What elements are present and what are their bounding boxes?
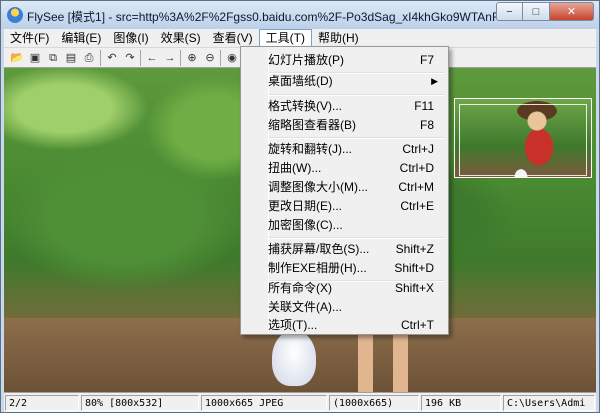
menu-item-shortcut: Ctrl+M: [398, 180, 434, 194]
status-bar: 2/2 80% [800x532] 1000x665 JPEG (1000x66…: [4, 392, 596, 412]
menu-view[interactable]: 查看(V): [207, 29, 259, 47]
toolbar-separator: [180, 50, 181, 66]
window-title: FlySee [模式1] - src=http%3A%2F%2Fgss0.bai…: [27, 10, 497, 24]
window-controls: − □ ✕: [496, 2, 594, 21]
menu-item-label: 幻灯片播放(P): [268, 53, 344, 67]
save-icon[interactable]: ▣: [27, 50, 43, 66]
menu-item-all-commands[interactable]: 所有命令(X) Shift+X: [243, 279, 446, 298]
menu-item-change-date[interactable]: 更改日期(E)... Ctrl+E: [243, 197, 446, 216]
menu-item-distort[interactable]: 扭曲(W)... Ctrl+D: [243, 159, 446, 178]
menu-effects[interactable]: 效果(S): [155, 29, 207, 47]
menu-item-resize-image[interactable]: 调整图像大小(M)... Ctrl+M: [243, 178, 446, 197]
menu-tools[interactable]: 工具(T): [258, 29, 312, 47]
status-path: C:\Users\Admi: [503, 395, 595, 411]
menu-item-label: 捕获屏幕/取色(S)...: [268, 242, 370, 256]
close-button[interactable]: ✕: [550, 2, 594, 21]
menu-item-shortcut: F7: [419, 53, 434, 67]
menu-item-label: 缩略图查看器(B): [268, 118, 356, 132]
toolbar-separator: [220, 50, 221, 66]
forward-arrow-icon[interactable]: →: [162, 50, 178, 66]
menu-item-label: 关联文件(A)...: [268, 300, 342, 314]
menu-image[interactable]: 图像(I): [107, 29, 154, 47]
menu-item-shortcut: F8: [419, 118, 434, 132]
menu-separator: [269, 237, 445, 239]
open-folder-icon[interactable]: 📂: [9, 50, 25, 66]
zoom-in-icon[interactable]: ⊕: [184, 50, 200, 66]
menu-item-label: 制作EXE相册(H)...: [268, 261, 367, 275]
menu-item-capture-screen[interactable]: 捕获屏幕/取色(S)... Shift+Z: [243, 240, 446, 259]
menu-item-shortcut: Ctrl+T: [401, 318, 434, 332]
menu-item-shortcut: Shift+X: [394, 281, 434, 295]
menu-item-format-convert[interactable]: 格式转换(V)... F11: [243, 97, 446, 116]
photo-white-spirit: [272, 330, 316, 386]
zoom-out-icon[interactable]: ⊖: [202, 50, 218, 66]
menu-item-label: 更改日期(E)...: [268, 199, 342, 213]
toolbar-separator: [100, 50, 101, 66]
menu-item-slideshow[interactable]: 幻灯片播放(P) F7: [243, 51, 446, 70]
menu-item-encrypt-image[interactable]: 加密图像(C)...: [243, 216, 446, 235]
menu-help[interactable]: 帮助(H): [312, 29, 365, 47]
menu-item-shortcut: Shift+Z: [395, 242, 434, 256]
undo-icon[interactable]: ↶: [104, 50, 120, 66]
menu-edit[interactable]: 编辑(E): [55, 29, 107, 47]
menu-item-thumbnail-viewer[interactable]: 缩略图查看器(B) F8: [243, 116, 446, 135]
menu-item-wallpaper[interactable]: 桌面墙纸(D) ▶: [243, 72, 446, 91]
menu-item-shortcut: Ctrl+E: [400, 199, 434, 213]
menu-item-label: 格式转换(V)...: [268, 99, 342, 113]
menu-item-shortcut: F11: [414, 99, 434, 113]
menu-item-rotate-flip[interactable]: 旋转和翻转(J)... Ctrl+J: [243, 140, 446, 159]
submenu-arrow-icon: ▶: [431, 76, 438, 86]
minimize-button[interactable]: −: [496, 2, 523, 21]
eye-icon[interactable]: ◉: [224, 50, 240, 66]
menu-item-label: 加密图像(C)...: [268, 218, 343, 232]
menu-item-options[interactable]: 选项(T)... Ctrl+T: [243, 316, 446, 335]
redo-icon[interactable]: ↷: [122, 50, 138, 66]
status-zoom: 80% [800x532]: [81, 395, 199, 411]
menu-file[interactable]: 文件(F): [4, 29, 55, 47]
menu-item-make-exe-album[interactable]: 制作EXE相册(H)... Shift+D: [243, 259, 446, 278]
title-bar[interactable]: FlySee [模式1] - src=http%3A%2F%2Fgss0.bai…: [1, 1, 599, 29]
menu-separator: [269, 94, 445, 96]
menu-item-shortcut: Ctrl+D: [399, 161, 434, 175]
app-logo-icon: [7, 7, 23, 23]
menu-item-label: 桌面墙纸(D): [268, 74, 333, 88]
menu-item-shortcut: Shift+D: [394, 261, 434, 275]
maximize-button[interactable]: □: [523, 2, 550, 21]
menu-item-shortcut: Ctrl+J: [402, 142, 434, 156]
status-index: 2/2: [5, 395, 79, 411]
app-window: FlySee [模式1] - src=http%3A%2F%2Fgss0.bai…: [0, 0, 600, 413]
copy-icon[interactable]: ⧉: [45, 50, 61, 66]
navigator-view-rect[interactable]: [459, 104, 587, 176]
toolbar-separator: [140, 50, 141, 66]
menu-item-label: 扭曲(W)...: [268, 161, 322, 175]
status-file-size: 196 KB: [421, 395, 501, 411]
back-arrow-icon[interactable]: ←: [144, 50, 160, 66]
menu-item-label: 选项(T)...: [268, 318, 318, 332]
status-dimensions: (1000x665): [329, 395, 419, 411]
menu-item-file-association[interactable]: 关联文件(A)...: [243, 298, 446, 317]
menu-item-label: 所有命令(X): [268, 281, 332, 295]
menu-bar: 文件(F) 编辑(E) 图像(I) 效果(S) 查看(V) 工具(T) 帮助(H…: [4, 29, 596, 47]
menu-separator: [269, 137, 445, 139]
status-image-info: 1000x665 JPEG: [201, 395, 327, 411]
menu-item-label: 旋转和翻转(J)...: [268, 142, 352, 156]
paste-icon[interactable]: ▤: [63, 50, 79, 66]
menu-item-label: 调整图像大小(M)...: [268, 180, 368, 194]
print-icon[interactable]: ⎙: [81, 50, 97, 66]
tools-dropdown-menu: 幻灯片播放(P) F7 桌面墙纸(D) ▶ 格式转换(V)... F11 缩略图…: [240, 46, 449, 335]
